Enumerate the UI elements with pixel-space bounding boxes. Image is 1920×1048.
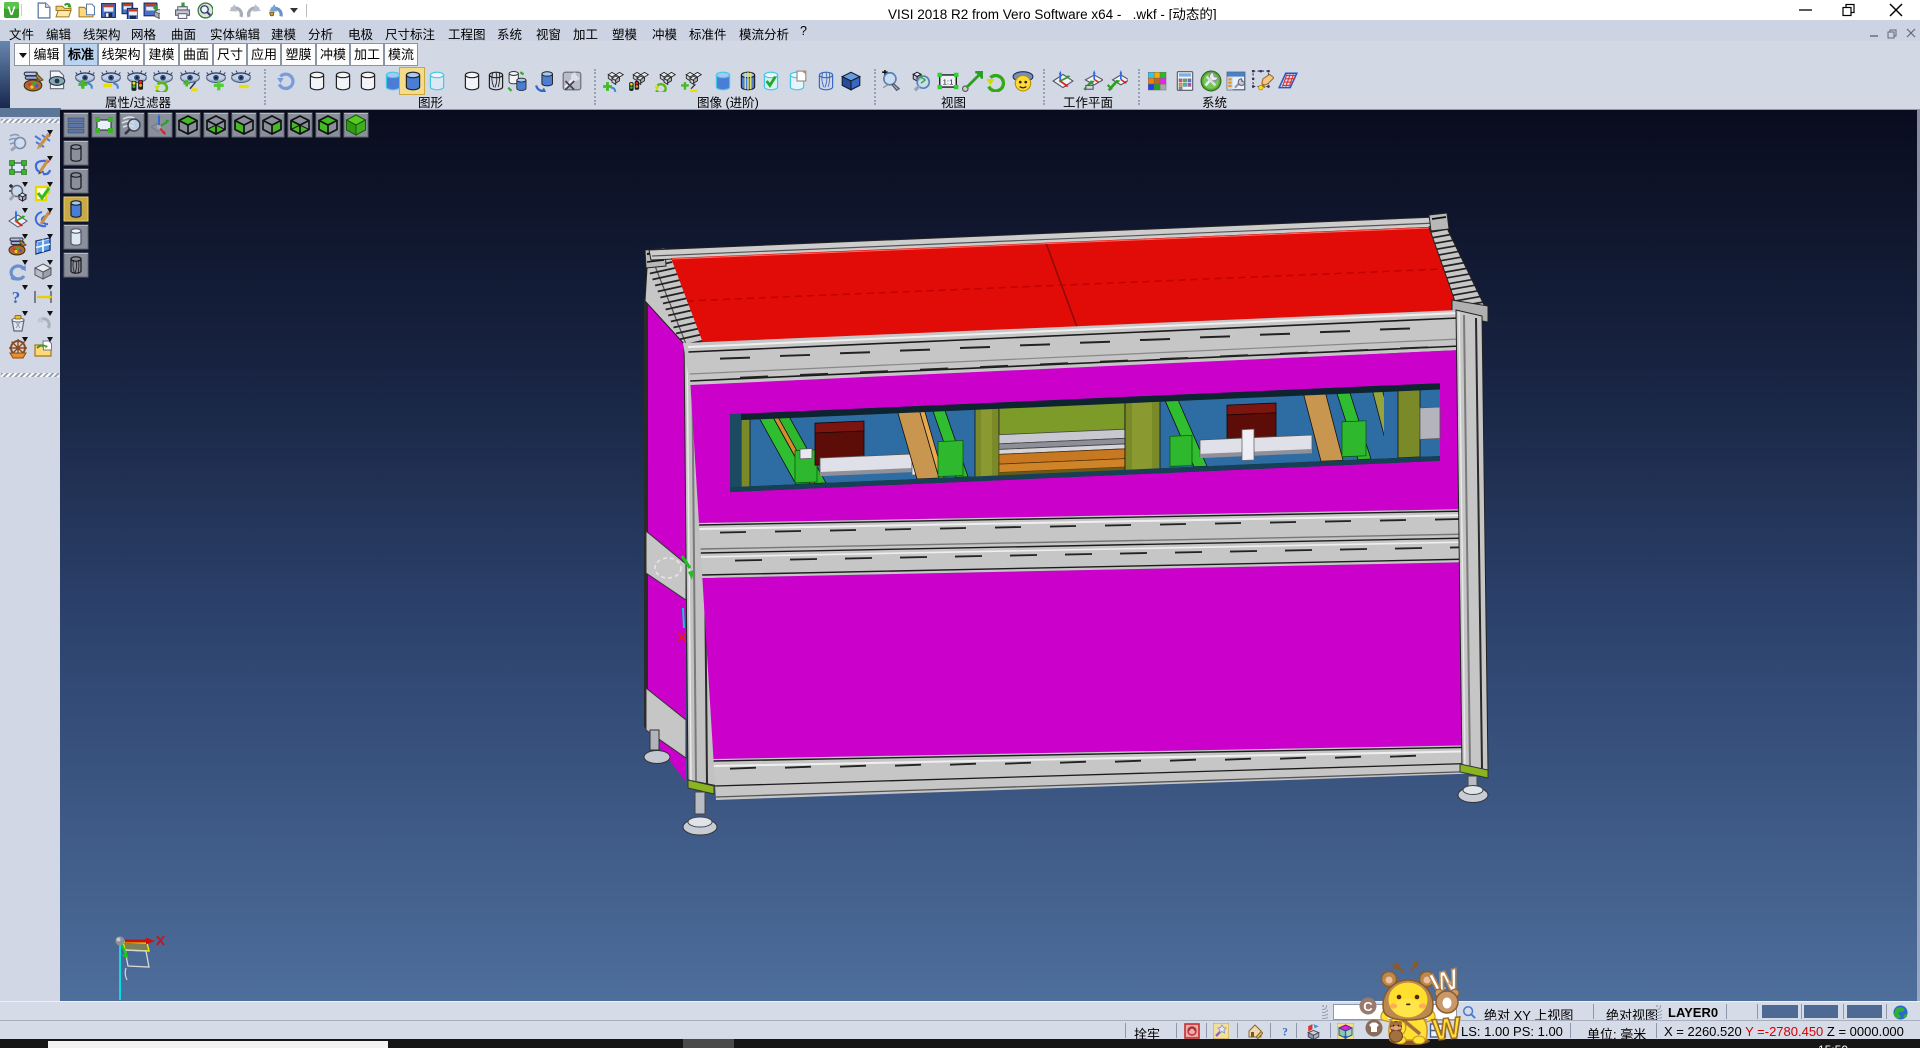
svg-text:1:1: 1:1	[943, 77, 954, 86]
svg-text:C: C	[1363, 999, 1373, 1014]
svg-text:?: ?	[12, 288, 21, 307]
svg-text:?: ?	[1282, 1027, 1288, 1039]
svg-text:V: V	[7, 4, 15, 18]
svg-text:W: W	[1431, 1012, 1463, 1048]
